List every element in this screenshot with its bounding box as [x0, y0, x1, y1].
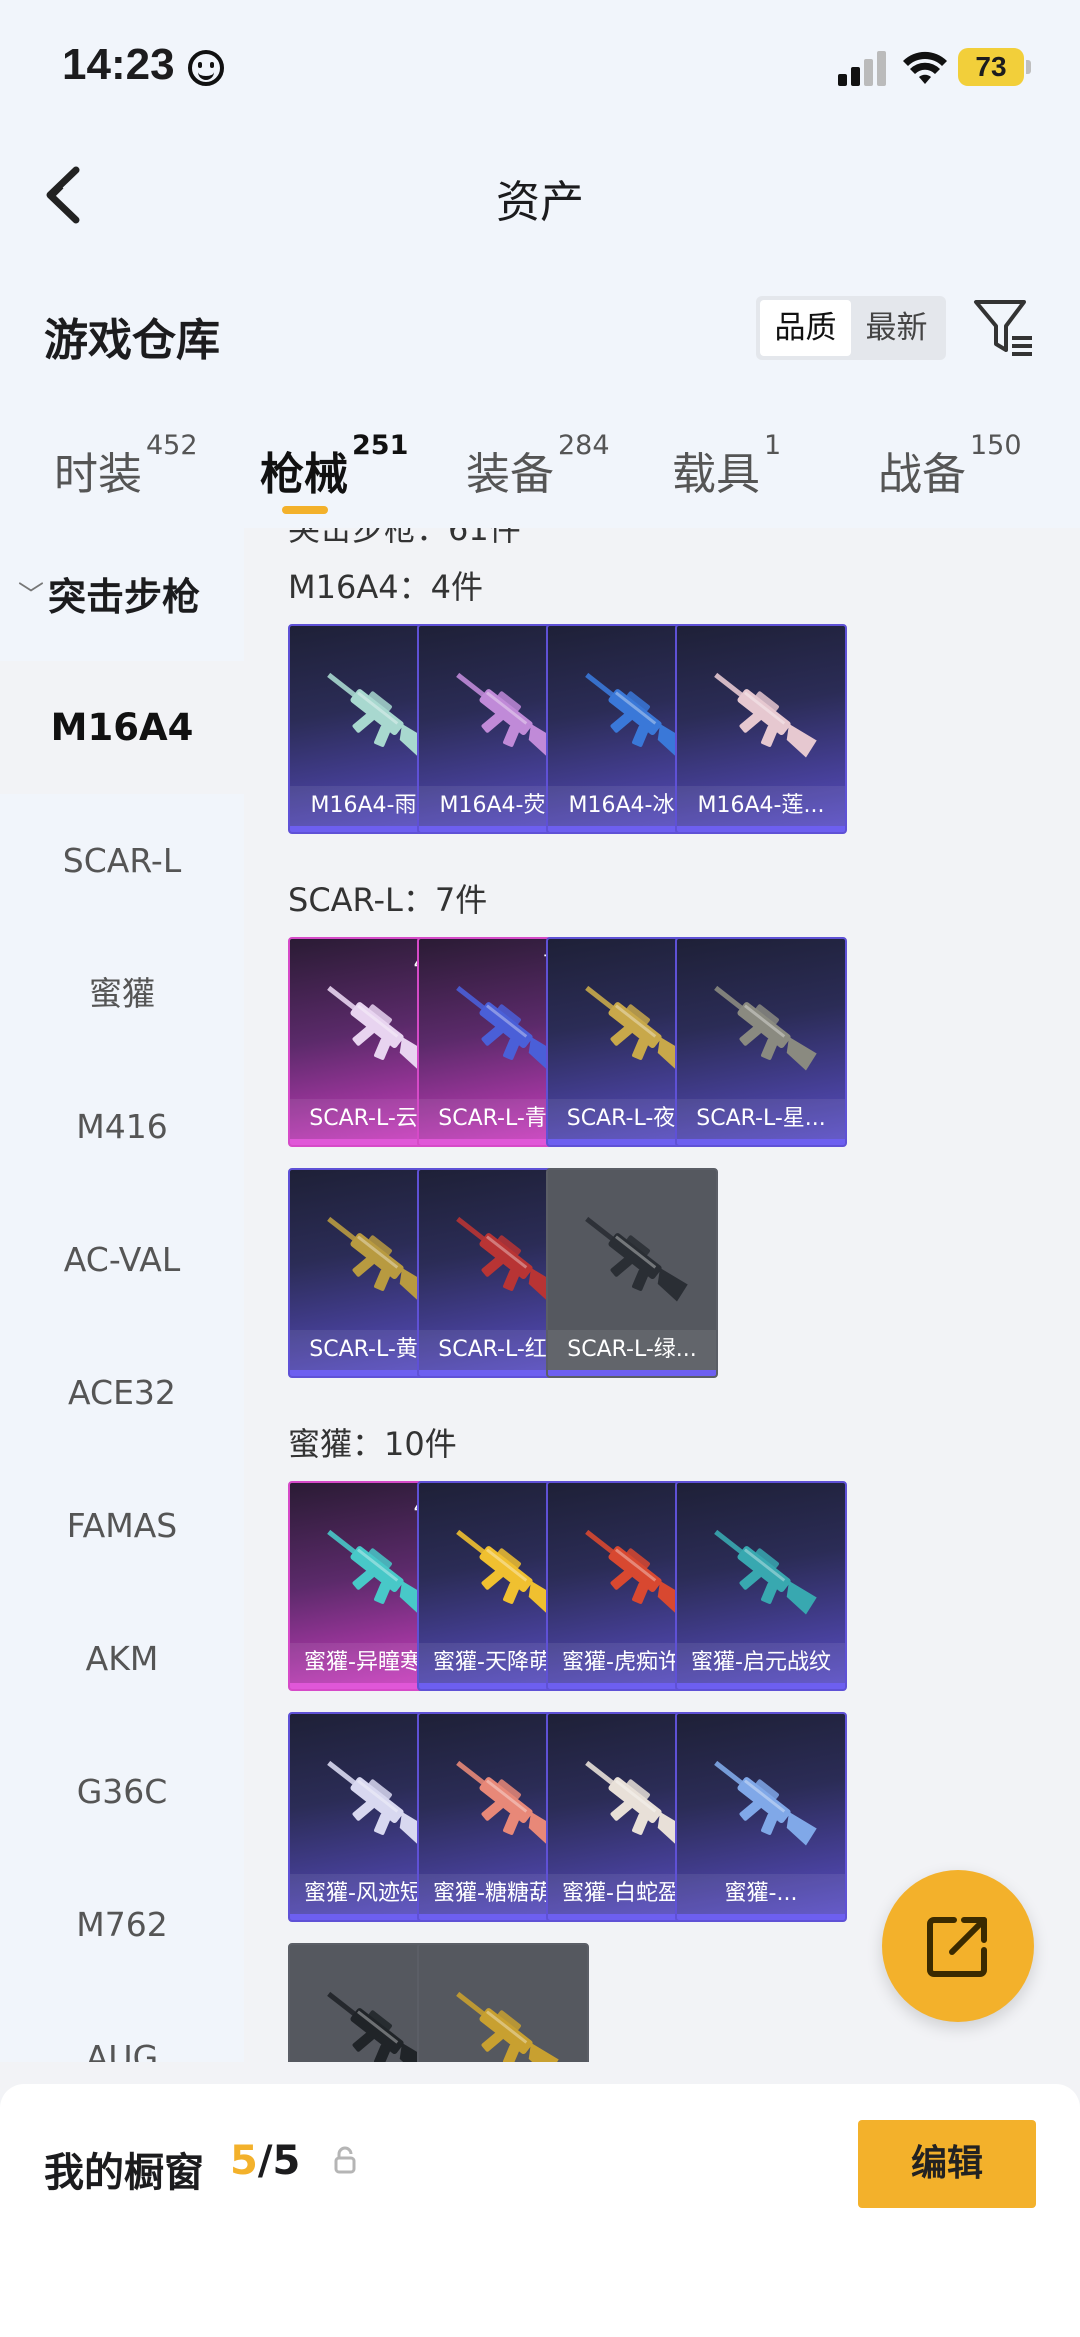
sidenav-item[interactable]: AC-VAL [0, 1193, 244, 1326]
rifle-icon [714, 985, 817, 1071]
showcase-bar: 我的橱窗 5/5 编辑 [0, 2084, 1080, 2337]
sidenav-item[interactable]: AKM [0, 1592, 244, 1725]
warehouse-bar: 游戏仓库 品质 最新 [0, 260, 1080, 400]
rifle-icon [585, 1216, 688, 1302]
page-title: 资产 [496, 177, 584, 228]
tab-vehicles[interactable]: 载具1 [672, 430, 781, 502]
sort-option-newest[interactable]: 最新 [851, 300, 942, 356]
sort-option-quality[interactable]: 品质 [760, 300, 851, 356]
section-label: M16A4：4件 [288, 568, 483, 606]
section-label-assault-rifles: 突击步枪：61件 [288, 528, 521, 548]
weapon-grid: 突击步枪：61件 M16A4：4件 M16A4-雨... M16A4-荧... M16… [244, 528, 1080, 2062]
chevron-down-icon: ﹀ [18, 580, 45, 611]
sidenav-item[interactable]: SCAR-L [0, 794, 244, 927]
share-button[interactable] [882, 1870, 1034, 2022]
rarity-bar [677, 1139, 845, 1145]
battery-tip [1026, 60, 1031, 74]
sidenav-item[interactable]: M762 [0, 1858, 244, 1991]
showcase-title: 我的橱窗 [44, 2150, 204, 2196]
battery-indicator: 73 [958, 48, 1024, 86]
rifle-icon [714, 1760, 817, 1846]
weapon-card[interactable]: 蜜獾-启元战纹 [675, 1481, 847, 1691]
rarity-bar [677, 1683, 845, 1689]
wifi-icon [903, 51, 947, 84]
rifle-icon [456, 1991, 559, 2062]
section-label: SCAR-L：7件 [288, 881, 488, 919]
weapon-sidenav: ﹀ 突击步枪 M16A4 SCAR-L 蜜獾 M416 AC-VAL ACE32 FAMAS… [0, 528, 244, 2062]
edit-button[interactable]: 编辑 [858, 2120, 1036, 2208]
weapon-name: 蜜獾-启元战纹 [677, 1643, 845, 1683]
tab-supplies[interactable]: 战备150 [878, 430, 1022, 502]
share-icon [927, 1917, 987, 1977]
category-tabs: 时装452 枪械251 装备284 载具1 战备150 [0, 400, 1080, 528]
weapon-name: SCAR-L-绿... [548, 1330, 716, 1370]
cellular-signal-icon [838, 50, 888, 86]
sidenav-item[interactable]: M16A4 [0, 661, 244, 794]
rarity-bar [677, 826, 845, 832]
sidenav-item[interactable]: M416 [0, 1060, 244, 1193]
nav-category-assault-rifles[interactable]: ﹀ 突击步枪 [0, 558, 244, 628]
weapon-card[interactable]: M16A4-莲... [675, 624, 847, 834]
section-label: 蜜獾：10件 [288, 1425, 457, 1463]
showcase-count: 5/5 [230, 2138, 301, 2184]
weapon-card[interactable] [417, 1943, 589, 2062]
weapon-name: SCAR-L-星... [677, 1099, 845, 1139]
weapon-card[interactable]: SCAR-L-绿... [546, 1168, 718, 1378]
weapon-card[interactable]: SCAR-L-星... [675, 937, 847, 1147]
filter-icon[interactable] [972, 296, 1036, 360]
tab-fashion[interactable]: 时装452 [54, 430, 198, 502]
status-time: 14:23 [62, 40, 175, 89]
warehouse-title: 游戏仓库 [44, 315, 220, 366]
weapon-name: 蜜獾-... [677, 1874, 845, 1914]
tab-active-indicator [282, 506, 328, 514]
tab-firearms[interactable]: 枪械251 [260, 430, 408, 502]
weapon-name: M16A4-莲... [677, 786, 845, 826]
header: 资产 [0, 130, 1080, 260]
rarity-bar [548, 1370, 716, 1376]
sidenav-item[interactable]: AUG [0, 1991, 244, 2062]
sidenav-item[interactable]: FAMAS [0, 1459, 244, 1592]
weapon-card[interactable]: 蜜獾-... [675, 1712, 847, 1922]
smiley-icon [188, 50, 224, 86]
rifle-icon [714, 1529, 817, 1615]
tab-equipment[interactable]: 装备284 [466, 430, 610, 502]
status-bar: 14:23 73 [0, 0, 1080, 130]
rarity-bar [677, 1914, 845, 1920]
rifle-icon [714, 672, 817, 758]
sidenav-item[interactable]: 蜜獾 [0, 927, 244, 1060]
sidenav-item[interactable]: ACE32 [0, 1326, 244, 1459]
sidenav-item[interactable]: G36C [0, 1725, 244, 1858]
sort-toggle: 品质 最新 [756, 296, 946, 360]
lock-icon [334, 2146, 356, 2174]
